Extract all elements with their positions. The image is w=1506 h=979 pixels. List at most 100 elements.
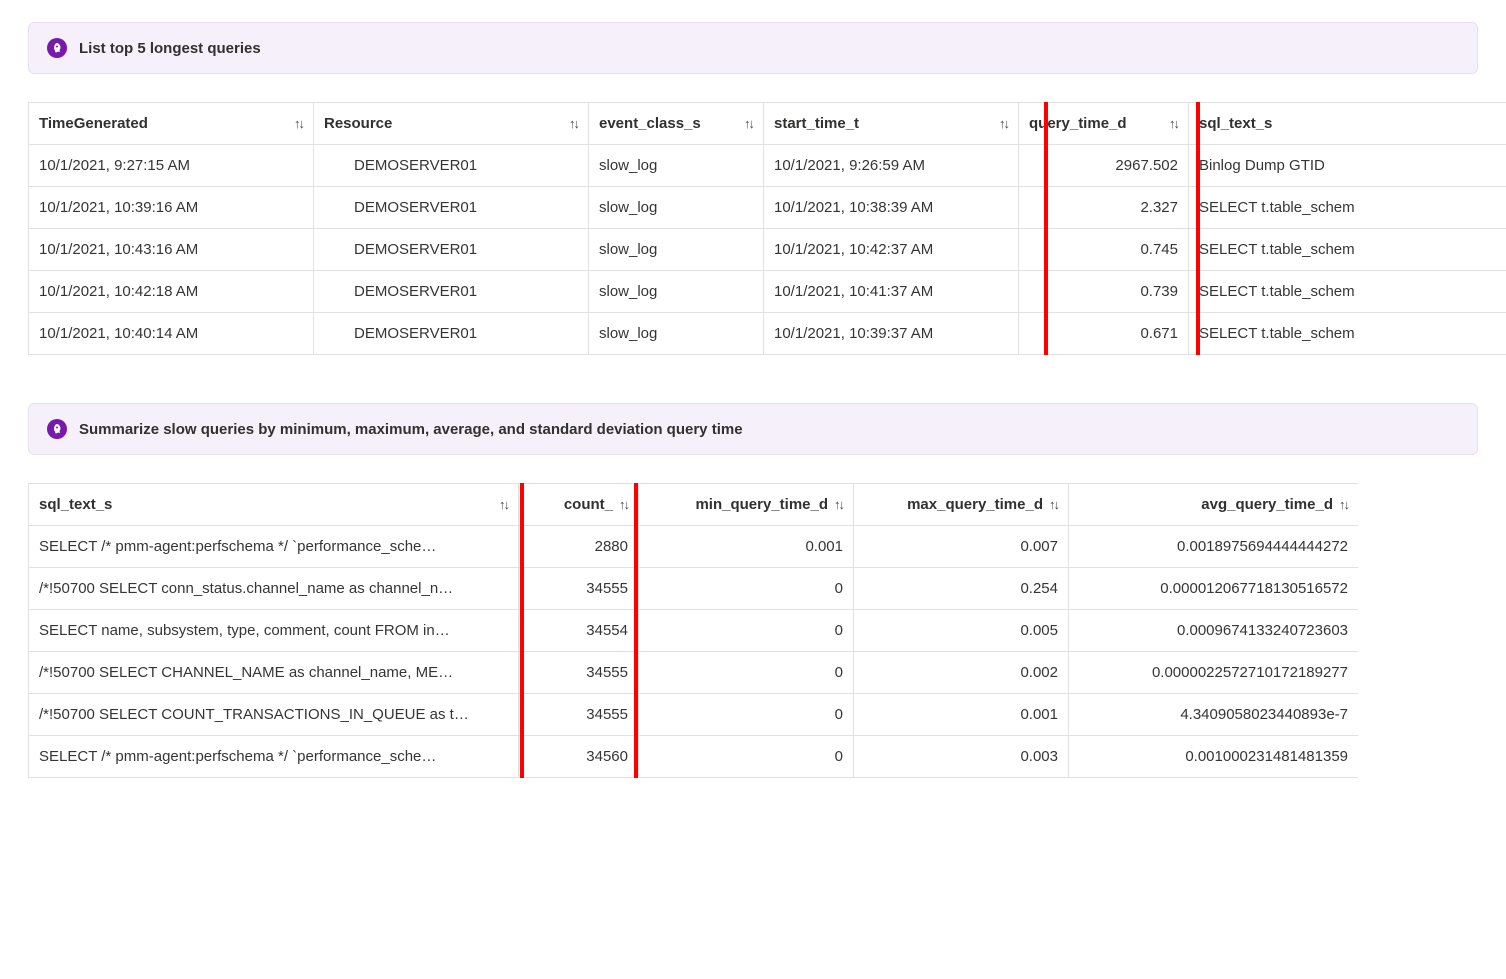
table-row[interactable]: 10/1/2021, 10:43:16 AMDEMOSERVER01slow_l… [29, 229, 1506, 271]
col-avg-query-time[interactable]: avg_query_time_d↑↓ [1069, 484, 1359, 526]
col-min-query-time[interactable]: min_query_time_d ↑↓ [639, 484, 854, 526]
cell-max: 0.002 [854, 652, 1069, 694]
cell-count: 34554 [519, 610, 639, 652]
cell-max: 0.001 [854, 694, 1069, 736]
col-label: sql_text_s [1199, 115, 1272, 132]
cell-sql-text: /*!50700 SELECT CHANNEL_NAME as channel_… [29, 652, 519, 694]
table-row[interactable]: /*!50700 SELECT CHANNEL_NAME as channel_… [29, 652, 1359, 694]
cell-sql-text: SELECT /* pmm-agent:perfschema */ `perfo… [29, 526, 519, 568]
cell-min: 0 [639, 736, 854, 778]
cell-count: 34555 [519, 568, 639, 610]
cell-count: 34555 [519, 694, 639, 736]
table-row[interactable]: /*!50700 SELECT COUNT_TRANSACTIONS_IN_QU… [29, 694, 1359, 736]
panel-header-summarize: Summarize slow queries by minimum, maxim… [28, 403, 1478, 455]
cell-sql-text: SELECT t.table_schem [1189, 271, 1506, 313]
cell-query-time: 2.327 [1019, 187, 1189, 229]
cell-query-time: 0.739 [1019, 271, 1189, 313]
col-label: min_query_time_d [695, 496, 828, 513]
cell-avg: 4.3409058023440893e-7 [1069, 694, 1359, 736]
cell-query-time: 0.671 [1019, 313, 1189, 355]
cell-start-time: 10/1/2021, 10:41:37 AM [764, 271, 1019, 313]
cell-time-generated: 10/1/2021, 9:27:15 AM [29, 145, 314, 187]
cell-min: 0 [639, 610, 854, 652]
table-row[interactable]: 10/1/2021, 10:40:14 AMDEMOSERVER01slow_l… [29, 313, 1506, 355]
col-sql-text-s[interactable]: sql_text_s [1189, 103, 1506, 145]
col-label: count_ [564, 496, 613, 513]
col-event-class-s[interactable]: event_class_s ↑↓ [589, 103, 764, 145]
sort-icon: ↑↓ [999, 116, 1008, 131]
cell-resource: DEMOSERVER01 [314, 145, 589, 187]
cell-sql-text: SELECT t.table_schem [1189, 313, 1506, 355]
cell-event-class: slow_log [589, 229, 764, 271]
table-row[interactable]: 10/1/2021, 10:42:18 AMDEMOSERVER01slow_l… [29, 271, 1506, 313]
cell-min: 0 [639, 694, 854, 736]
cell-time-generated: 10/1/2021, 10:39:16 AM [29, 187, 314, 229]
col-resource[interactable]: Resource ↑↓ [314, 103, 589, 145]
table-summary: sql_text_s ↑↓ count_↑↓ min_query_time_d ↑↓… [28, 483, 1358, 778]
cell-sql-text: /*!50700 SELECT conn_status.channel_name… [29, 568, 519, 610]
sort-icon: ↑↓ [834, 497, 843, 512]
panel-title: Summarize slow queries by minimum, maxim… [79, 421, 743, 438]
cell-sql-text: /*!50700 SELECT COUNT_TRANSACTIONS_IN_QU… [29, 694, 519, 736]
panel-header-top5: List top 5 longest queries [28, 22, 1478, 74]
cell-time-generated: 10/1/2021, 10:42:18 AM [29, 271, 314, 313]
cell-start-time: 10/1/2021, 10:38:39 AM [764, 187, 1019, 229]
cell-query-time: 2967.502 [1019, 145, 1189, 187]
col-label: sql_text_s [39, 496, 112, 513]
table-row[interactable]: /*!50700 SELECT conn_status.channel_name… [29, 568, 1359, 610]
table-row[interactable]: SELECT name, subsystem, type, comment, c… [29, 610, 1359, 652]
sort-icon: ↑↓ [294, 116, 303, 131]
cell-resource: DEMOSERVER01 [314, 187, 589, 229]
cell-sql-text: SELECT name, subsystem, type, comment, c… [29, 610, 519, 652]
cell-count: 34555 [519, 652, 639, 694]
rocket-icon [47, 419, 67, 439]
cell-avg: 0.0009674133240723603 [1069, 610, 1359, 652]
col-sql-text-s[interactable]: sql_text_s ↑↓ [29, 484, 519, 526]
table-row[interactable]: SELECT /* pmm-agent:perfschema */ `perfo… [29, 736, 1359, 778]
cell-start-time: 10/1/2021, 9:26:59 AM [764, 145, 1019, 187]
col-query-time-d[interactable]: query_time_d↑↓ [1019, 103, 1189, 145]
cell-avg: 0.001000231481481359 [1069, 736, 1359, 778]
cell-resource: DEMOSERVER01 [314, 229, 589, 271]
cell-time-generated: 10/1/2021, 10:40:14 AM [29, 313, 314, 355]
cell-resource: DEMOSERVER01 [314, 271, 589, 313]
cell-count: 34560 [519, 736, 639, 778]
sort-icon: ↑↓ [499, 497, 508, 512]
cell-sql-text: SELECT /* pmm-agent:perfschema */ `perfo… [29, 736, 519, 778]
cell-query-time: 0.745 [1019, 229, 1189, 271]
col-start-time-t[interactable]: start_time_t ↑↓ [764, 103, 1019, 145]
cell-event-class: slow_log [589, 313, 764, 355]
table-row[interactable]: 10/1/2021, 9:27:15 AMDEMOSERVER01slow_lo… [29, 145, 1506, 187]
cell-resource: DEMOSERVER01 [314, 313, 589, 355]
sort-icon: ↑↓ [1169, 116, 1178, 131]
cell-sql-text: SELECT t.table_schem [1189, 229, 1506, 271]
cell-count: 2880 [519, 526, 639, 568]
sort-icon: ↑↓ [569, 116, 578, 131]
col-label: max_query_time_d [907, 496, 1043, 513]
cell-avg: 0.0000022572710172189277 [1069, 652, 1359, 694]
col-time-generated[interactable]: TimeGenerated↑↓ [29, 103, 314, 145]
cell-event-class: slow_log [589, 271, 764, 313]
cell-time-generated: 10/1/2021, 10:43:16 AM [29, 229, 314, 271]
sort-icon: ↑↓ [744, 116, 753, 131]
col-max-query-time[interactable]: max_query_time_d↑↓ [854, 484, 1069, 526]
cell-start-time: 10/1/2021, 10:39:37 AM [764, 313, 1019, 355]
cell-min: 0 [639, 652, 854, 694]
table-row[interactable]: SELECT /* pmm-agent:perfschema */ `perfo… [29, 526, 1359, 568]
panel-title: List top 5 longest queries [79, 40, 261, 57]
cell-max: 0.005 [854, 610, 1069, 652]
table-top5: TimeGenerated↑↓ Resource ↑↓ event_class_s… [28, 102, 1506, 355]
col-count[interactable]: count_↑↓ [519, 484, 639, 526]
cell-min: 0.001 [639, 526, 854, 568]
cell-avg: 0.000012067718130516572 [1069, 568, 1359, 610]
col-label: event_class_s [599, 115, 701, 132]
col-label: avg_query_time_d [1201, 496, 1333, 513]
col-label: start_time_t [774, 115, 859, 132]
cell-sql-text: SELECT t.table_schem [1189, 187, 1506, 229]
cell-event-class: slow_log [589, 187, 764, 229]
cell-max: 0.003 [854, 736, 1069, 778]
table-row[interactable]: 10/1/2021, 10:39:16 AMDEMOSERVER01slow_l… [29, 187, 1506, 229]
cell-max: 0.254 [854, 568, 1069, 610]
rocket-icon [47, 38, 67, 58]
col-label: Resource [324, 115, 392, 132]
